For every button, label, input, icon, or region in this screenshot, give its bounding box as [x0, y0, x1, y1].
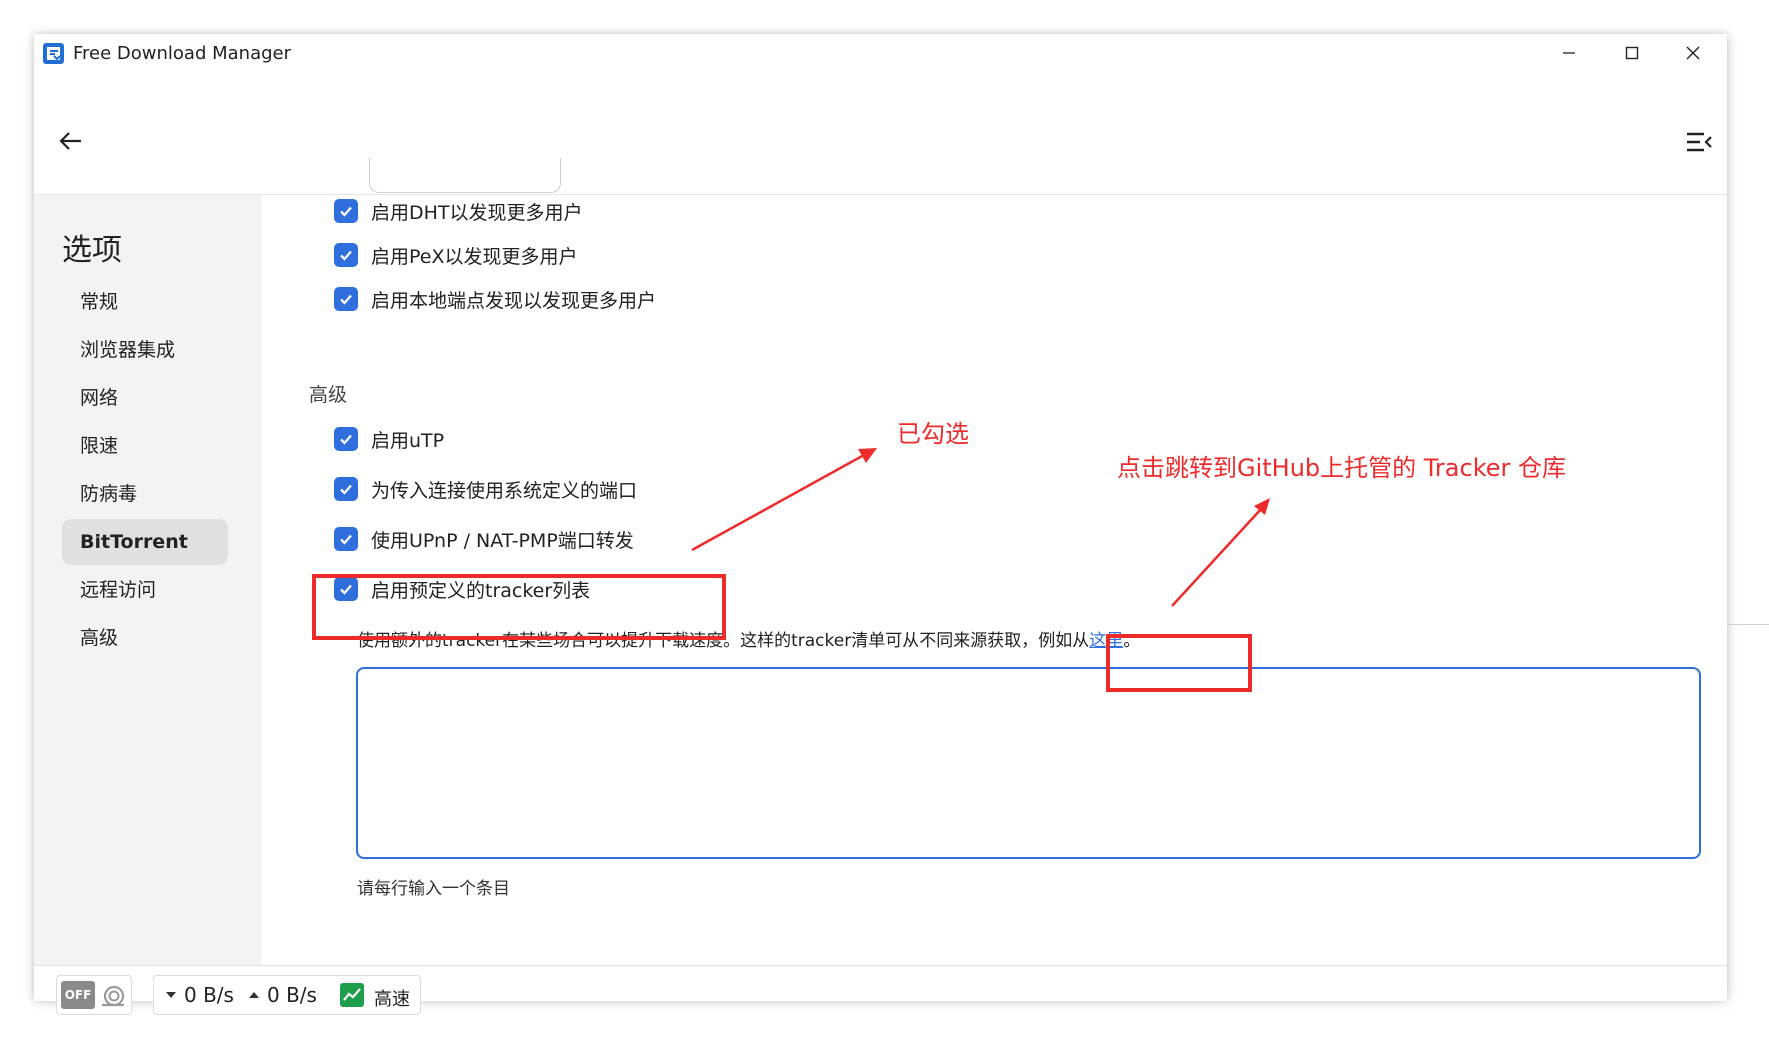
- sidebar-item-speed-limit[interactable]: 限速: [62, 423, 228, 469]
- upload-speed: 0 B/s: [267, 983, 317, 1007]
- maximize-button[interactable]: [1598, 34, 1666, 72]
- speed-mode-label: 高速: [374, 989, 410, 1010]
- sidebar-title: 选项: [62, 233, 122, 268]
- checkbox-label: 启用本地端点发现以发现更多用户: [371, 289, 657, 312]
- annotation-checked-note: 已勾选: [897, 420, 969, 448]
- options-sidebar: 选项 常规 浏览器集成 网络 限速 防病毒 BitTorrent 远程访问 高级: [34, 195, 262, 965]
- checkbox-label: 启用PeX以发现更多用户: [371, 245, 578, 268]
- minimize-button[interactable]: [1535, 34, 1603, 72]
- check-icon: [340, 294, 352, 305]
- checkbox-utp[interactable]: [334, 427, 358, 451]
- scrolled-button-partial[interactable]: [369, 158, 561, 193]
- download-arrow-icon: [166, 992, 176, 998]
- tracker-list-input[interactable]: [356, 667, 1701, 859]
- checkbox-row-pex[interactable]: 启用PeX以发现更多用户: [334, 240, 578, 270]
- close-button[interactable]: [1659, 34, 1727, 72]
- minimize-icon: [1563, 52, 1575, 54]
- checkbox-row-system-port[interactable]: 为传入连接使用系统定义的端口: [334, 474, 637, 504]
- maximize-icon: [1625, 46, 1639, 60]
- check-icon: [340, 484, 352, 495]
- background-divider: [1727, 624, 1769, 625]
- sidebar-item-general[interactable]: 常规: [62, 279, 228, 325]
- back-button[interactable]: [56, 126, 86, 156]
- annotation-link-note: 点击跳转到GitHub上托管的 Tracker 仓库: [1117, 454, 1567, 482]
- speed-limiter-toggle[interactable]: OFF: [56, 975, 132, 1015]
- checkbox-label: 为传入连接使用系统定义的端口: [371, 479, 638, 502]
- check-icon: [340, 250, 352, 261]
- checkbox-label: 使用UPnP / NAT-PMP端口转发: [371, 529, 634, 552]
- toggle-off-label: OFF: [61, 981, 95, 1009]
- sidebar-item-network[interactable]: 网络: [62, 375, 228, 421]
- check-icon: [340, 206, 352, 217]
- sidebar-item-bittorrent[interactable]: BitTorrent: [62, 519, 228, 565]
- trending-up-icon: [340, 983, 364, 1007]
- sidebar-item-advanced[interactable]: 高级: [62, 615, 228, 661]
- download-speed: 0 B/s: [184, 983, 234, 1007]
- snail-icon: [102, 985, 125, 1007]
- checkbox-dht[interactable]: [334, 199, 358, 223]
- menu-collapse-icon: [1687, 132, 1712, 152]
- checkbox-local-discovery[interactable]: [334, 287, 358, 311]
- annotation-box-link: [1106, 634, 1252, 692]
- window-title: Free Download Manager: [73, 43, 292, 64]
- fdm-logo-icon: [43, 43, 64, 64]
- collapse-menu-button[interactable]: [1684, 127, 1714, 157]
- section-title-advanced: 高级: [309, 384, 348, 406]
- sidebar-item-remote-access[interactable]: 远程访问: [62, 567, 228, 613]
- title-bar[interactable]: Free Download Manager: [34, 34, 1727, 72]
- checkbox-row-lsd[interactable]: 启用本地端点发现以发现更多用户: [334, 284, 656, 314]
- checkbox-row-upnp[interactable]: 使用UPnP / NAT-PMP端口转发: [334, 524, 634, 554]
- checkbox-row-dht[interactable]: 启用DHT以发现更多用户: [334, 196, 583, 226]
- checkbox-system-port[interactable]: [334, 477, 358, 501]
- sidebar-item-antivirus[interactable]: 防病毒: [62, 471, 228, 517]
- check-icon: [340, 434, 352, 445]
- close-icon: [1686, 46, 1700, 60]
- checkbox-pex[interactable]: [334, 243, 358, 267]
- check-icon: [340, 534, 352, 545]
- annotation-box-predefined-trackers: [312, 574, 726, 640]
- upload-arrow-icon: [249, 992, 259, 998]
- checkbox-label: 启用uTP: [371, 429, 445, 452]
- tracker-input-hint: 请每行输入一个条目: [357, 879, 510, 899]
- sidebar-item-browser-integration[interactable]: 浏览器集成: [62, 327, 228, 373]
- checkbox-label: 启用DHT以发现更多用户: [371, 201, 583, 224]
- checkbox-row-utp[interactable]: 启用uTP: [334, 424, 444, 454]
- arrow-left-icon: [59, 132, 81, 150]
- checkbox-upnp[interactable]: [334, 527, 358, 551]
